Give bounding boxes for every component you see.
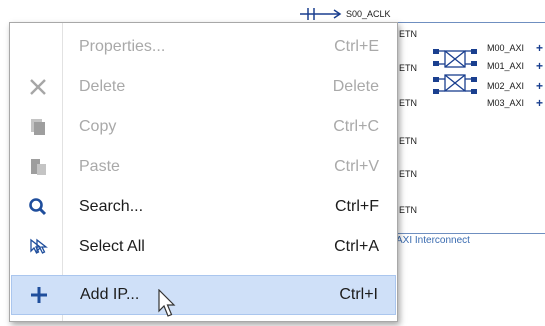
menu-item-label: Properties... [79,38,166,55]
menu-item-label: Search... [79,198,144,215]
menu-item-shortcut: Delete [332,78,379,95]
expand-port-icon[interactable]: + [536,42,543,54]
copy-icon [11,107,65,147]
menu-item-label: Add IP... [80,286,140,303]
left-port-label: ETN [399,205,417,215]
paste-icon [11,147,65,187]
close-icon [11,67,65,107]
block-title: AXI Interconnect [396,235,470,246]
expand-port-icon[interactable]: + [536,60,543,72]
menu-item-shortcut: Ctrl+C [333,118,379,135]
menu-item-label: Select All [79,238,145,255]
clock-port-icon [300,8,342,20]
menu-item-shortcut: Ctrl+V [334,158,379,175]
clock-port-label: S00_ACLK [346,9,391,19]
menu-item-copy[interactable]: Copy Ctrl+C [11,107,396,147]
master-port-label: M00_AXI [487,43,525,53]
plus-icon [12,275,66,315]
menu-item-properties[interactable]: Properties... Ctrl+E [11,27,396,67]
menu-item-shortcut: Ctrl+E [334,38,379,55]
left-port-label: ETN [399,29,417,39]
menu-item-label: Paste [79,158,120,175]
master-port-label: M02_AXI [487,81,525,91]
menu-item-shortcut: Ctrl+F [335,198,379,215]
menu-item-shortcut: Ctrl+A [334,238,379,255]
crossbar-icon [433,49,477,94]
mouse-pointer-icon [158,289,176,317]
select-all-icon [11,227,65,267]
menu-item-add-ip[interactable]: Add IP... Ctrl+I [11,275,396,315]
expand-port-icon[interactable]: + [536,97,543,109]
menu-item-select-all[interactable]: Select All Ctrl+A [11,227,396,267]
menu-item-label: Copy [79,118,117,135]
menu-item-search[interactable]: Search... Ctrl+F [11,187,396,227]
master-port-label: M01_AXI [487,61,525,71]
menu-item-label: Delete [79,78,126,95]
left-port-label: ETN [399,63,417,73]
left-port-label: ETN [399,169,417,179]
menu-item-delete[interactable]: Delete Delete [11,67,396,107]
expand-port-icon[interactable]: + [536,80,543,92]
search-icon [11,187,65,227]
master-port-label: M03_AXI [487,98,525,108]
menu-item-shortcut: Ctrl+I [339,286,378,303]
left-port-label: ETN [399,136,417,146]
context-menu: Properties... Ctrl+E Delete Delete Copy … [9,22,398,322]
left-port-label: ETN [399,98,417,108]
menu-item-paste[interactable]: Paste Ctrl+V [11,147,396,187]
